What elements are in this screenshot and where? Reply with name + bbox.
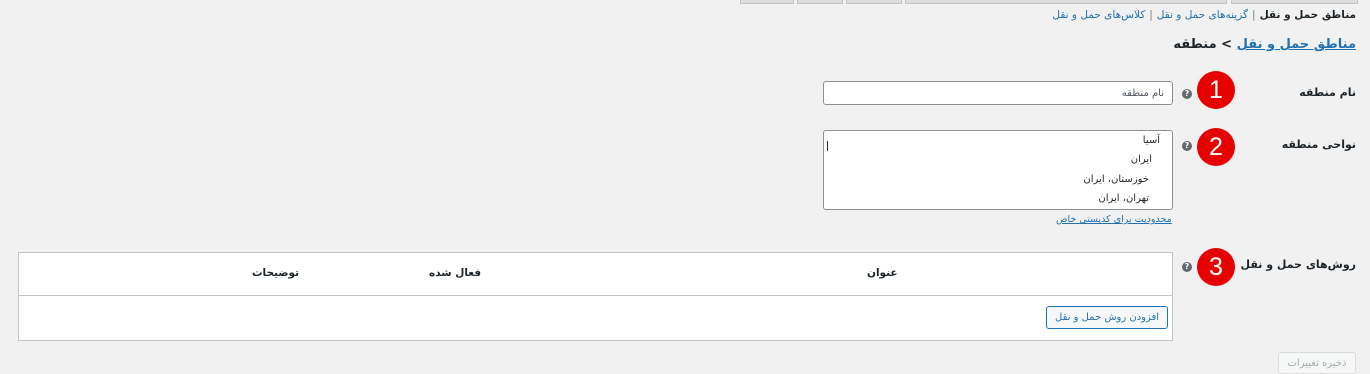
- top-strip: [846, 0, 902, 4]
- region-option[interactable]: آسیا: [1143, 135, 1160, 146]
- text-caret: [827, 141, 828, 151]
- top-strip: [905, 0, 1227, 4]
- region-option[interactable]: ایران: [1131, 154, 1152, 165]
- top-strip: [740, 0, 794, 4]
- top-strip: [797, 0, 843, 4]
- zone-regions-label: نواحی منطقه: [1281, 138, 1356, 151]
- breadcrumb-current: منطقه: [1173, 37, 1217, 52]
- zone-regions-select[interactable]: آسیا ایران خوزستان، ایران تهران، ایران: [823, 130, 1173, 210]
- help-icon[interactable]: ?: [1182, 141, 1192, 151]
- breadcrumb-parent-link[interactable]: مناطق حمل و نقل: [1237, 37, 1356, 52]
- help-icon[interactable]: ?: [1182, 262, 1192, 272]
- column-description: توضیحات: [252, 267, 300, 279]
- column-title: عنوان: [867, 267, 898, 279]
- save-changes-button[interactable]: ذخیره تغییرات: [1278, 352, 1356, 374]
- limit-postcodes-link[interactable]: محدودیت برای کدپستی خاص: [1056, 214, 1172, 225]
- subnav-options[interactable]: گزینه‌های حمل و نقل: [1157, 9, 1248, 21]
- region-option[interactable]: تهران، ایران: [1098, 193, 1149, 204]
- shipping-subnav: مناطق حمل و نقل|گزینه‌های حمل و نقل|کلاس…: [1052, 9, 1356, 21]
- breadcrumb-separator: >: [1221, 37, 1233, 52]
- column-enabled: فعال شده: [429, 267, 482, 279]
- step-marker-3: 3: [1197, 248, 1235, 286]
- region-option[interactable]: خوزستان، ایران: [1083, 174, 1149, 185]
- subnav-zones[interactable]: مناطق حمل و نقل: [1260, 9, 1356, 21]
- step-marker-2: 2: [1197, 128, 1235, 166]
- table-header: عنوان فعال شده توضیحات: [19, 253, 1172, 296]
- zone-name-input[interactable]: [823, 81, 1173, 105]
- add-shipping-method-button[interactable]: افزودن روش حمل و نقل: [1046, 306, 1169, 329]
- subnav-classes[interactable]: کلاس‌های حمل و نقل: [1052, 9, 1145, 21]
- shipping-methods-label: روش‌های حمل و نقل: [1240, 258, 1357, 271]
- step-marker-1: 1: [1197, 71, 1235, 109]
- shipping-methods-table: عنوان فعال شده توضیحات افزودن روش حمل و …: [18, 252, 1173, 341]
- top-strip: [1231, 0, 1358, 4]
- breadcrumb: مناطق حمل و نقل > منطقه: [1173, 37, 1356, 52]
- help-icon[interactable]: ?: [1182, 89, 1192, 99]
- zone-name-label: نام منطقه: [1299, 86, 1356, 99]
